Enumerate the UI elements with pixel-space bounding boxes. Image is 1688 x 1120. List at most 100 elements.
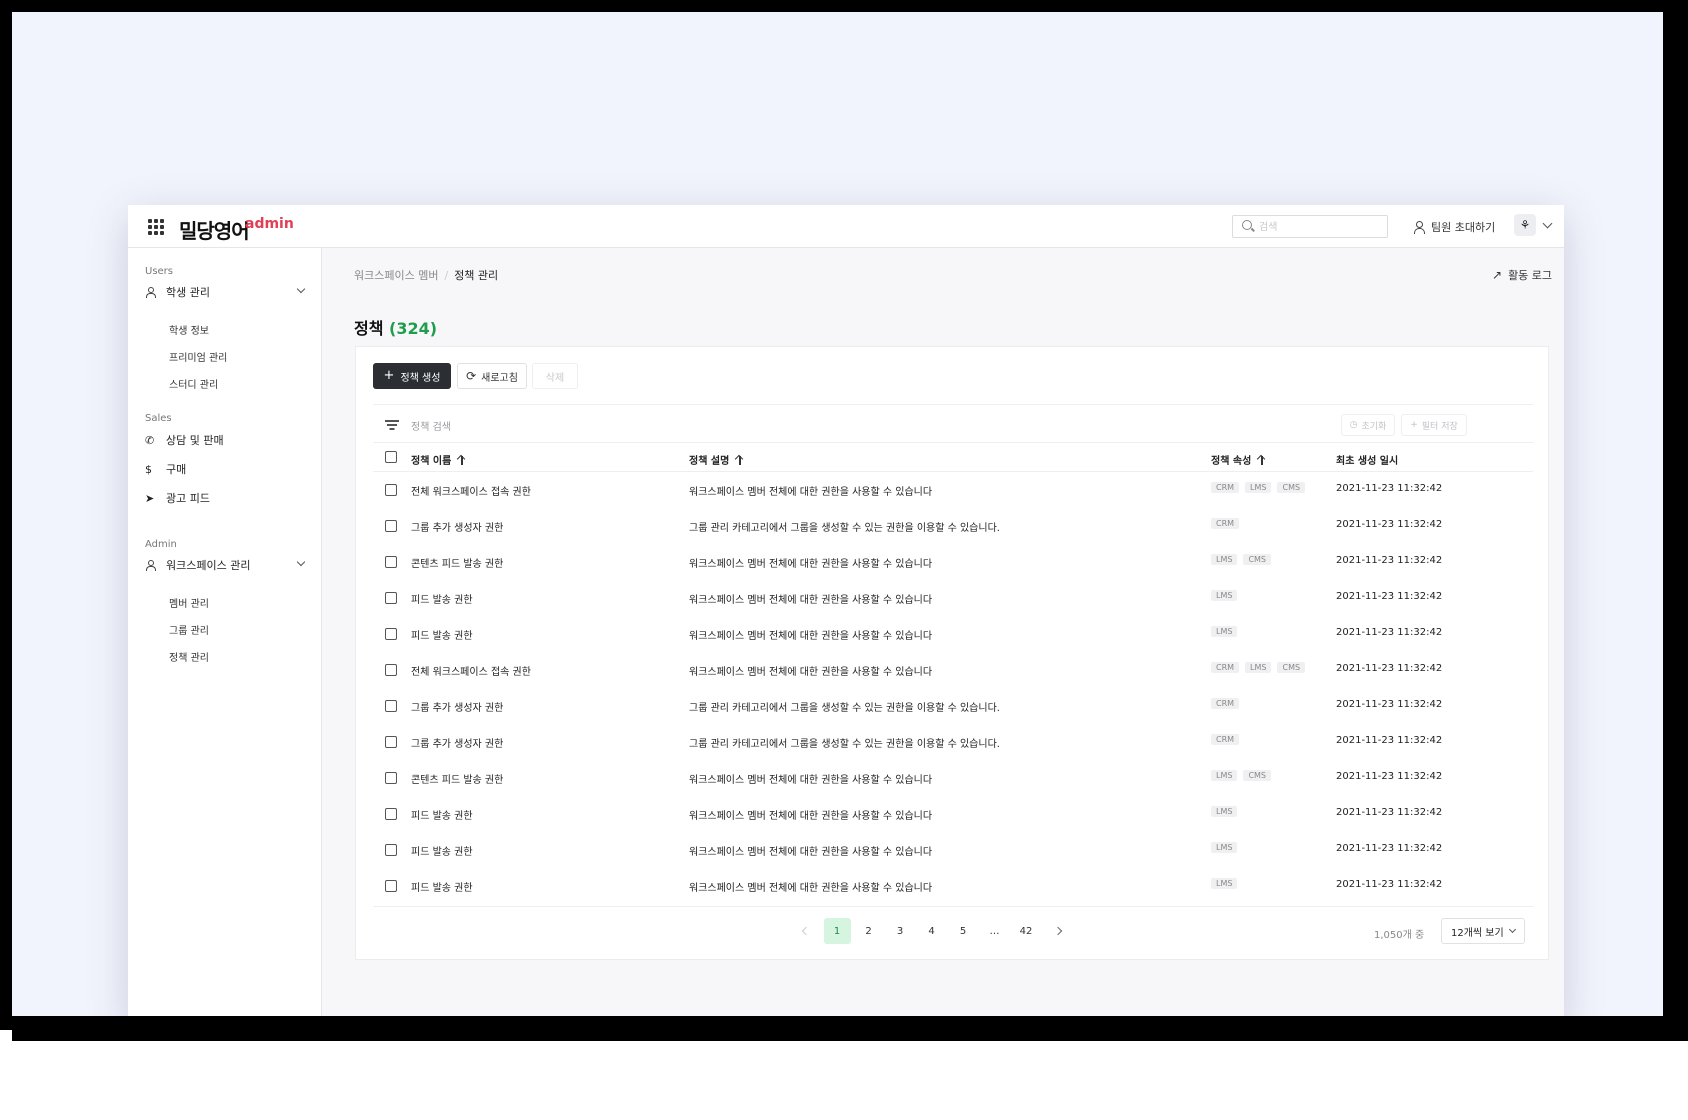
send-icon: ➤ — [145, 491, 155, 505]
table-row[interactable]: 콘텐츠 피드 발송 권한 워크스페이스 멤버 전체에 대한 권한을 사용할 수 있… — [373, 760, 1533, 796]
attribute-tag: LMS — [1211, 878, 1238, 889]
sidebar-item-workspace-management[interactable]: 워크스페이스 관리 — [145, 555, 315, 575]
attribute-tag: LMS — [1211, 626, 1238, 637]
sidebar-subitem-study[interactable]: 스터디 관리 — [169, 376, 218, 391]
table-row[interactable]: 피드 발송 권한 워크스페이스 멤버 전체에 대한 권한을 사용할 수 있습니다 L… — [373, 796, 1533, 832]
attribute-tag: CMS — [1277, 482, 1306, 493]
row-checkbox[interactable] — [385, 556, 397, 568]
sidebar-item-ad-feed[interactable]: ➤ 광고 피드 — [145, 488, 315, 508]
sidebar-item-purchase[interactable]: $ 구매 — [145, 459, 315, 479]
policy-attributes: LMS — [1211, 842, 1243, 853]
row-checkbox[interactable] — [385, 700, 397, 712]
table-row[interactable]: 그룹 추가 생성자 권한 그룹 관리 카테고리에서 그룹을 생성할 수 있는 권한… — [373, 724, 1533, 760]
column-header-label: 정책 이름 — [411, 456, 452, 467]
policy-description: 워크스페이스 멤버 전체에 대한 권한을 사용할 수 있습니다 — [689, 667, 933, 678]
breadcrumb-current: 정책 관리 — [454, 269, 499, 282]
phone-icon: ✆ — [145, 433, 155, 447]
page-button-42[interactable]: 42 — [1013, 918, 1040, 944]
breadcrumb-parent[interactable]: 워크스페이스 멤버 — [354, 267, 438, 283]
table-row[interactable]: 그룹 추가 생성자 권한 그룹 관리 카테고리에서 그룹을 생성할 수 있는 권한… — [373, 508, 1533, 544]
policy-attributes: CRM — [1211, 518, 1245, 529]
per-page-label: 12개씩 보기 — [1451, 927, 1504, 939]
prev-page-button[interactable] — [792, 918, 819, 944]
invite-member-button[interactable]: 팀원 초대하기 — [1413, 218, 1495, 236]
table-row[interactable]: 전체 워크스페이스 접속 권한 워크스페이스 멤버 전체에 대한 권한을 사용할 … — [373, 472, 1533, 508]
page-button-2[interactable]: 2 — [855, 918, 882, 944]
policy-description: 워크스페이스 멤버 전체에 대한 권한을 사용할 수 있습니다 — [689, 847, 933, 858]
policy-search-input[interactable]: 정책 검색 — [411, 418, 451, 433]
created-date: 2021-11-23 11:32:42 — [1336, 771, 1443, 782]
select-all-checkbox[interactable] — [385, 451, 397, 463]
column-header-label: 최초 생성 일시 — [1336, 456, 1399, 467]
table-row[interactable]: 피드 발송 권한 워크스페이스 멤버 전체에 대한 권한을 사용할 수 있습니다 L… — [373, 616, 1533, 652]
row-checkbox[interactable] — [385, 484, 397, 496]
add-person-icon — [1413, 221, 1425, 234]
sidebar-subitem-student-info[interactable]: 학생 정보 — [169, 322, 209, 337]
policy-description: 워크스페이스 멤버 전체에 대한 권한을 사용할 수 있습니다 — [689, 883, 933, 894]
column-header-description[interactable]: 정책 설명 — [689, 452, 744, 467]
attribute-tag: LMS — [1211, 806, 1238, 817]
sidebar-subitem-members[interactable]: 멤버 관리 — [169, 595, 209, 610]
chevron-down-icon[interactable] — [1542, 218, 1553, 229]
per-page-select[interactable]: 12개씩 보기 — [1441, 918, 1525, 944]
row-checkbox[interactable] — [385, 844, 397, 856]
attribute-tag: CRM — [1211, 662, 1240, 673]
page-button-5[interactable]: 5 — [950, 918, 977, 944]
policy-attributes: LMS — [1211, 590, 1243, 601]
activity-log-button[interactable]: ↗ 활동 로그 — [1492, 267, 1552, 283]
filter-icon[interactable] — [385, 420, 399, 430]
row-checkbox[interactable] — [385, 808, 397, 820]
policy-name: 전체 워크스페이스 접속 권한 — [411, 487, 531, 498]
sidebar-subitem-premium[interactable]: 프리미엄 관리 — [169, 349, 227, 364]
table-row[interactable]: 피드 발송 권한 워크스페이스 멤버 전체에 대한 권한을 사용할 수 있습니다 L… — [373, 832, 1533, 868]
logo[interactable]: 밀당영어 — [179, 215, 250, 244]
sidebar-item-consult-sales[interactable]: ✆ 상담 및 판매 — [145, 430, 315, 450]
sidebar-item-label: 워크스페이스 관리 — [166, 559, 251, 572]
table-row[interactable]: 전체 워크스페이스 접속 권한 워크스페이스 멤버 전체에 대한 권한을 사용할 … — [373, 652, 1533, 688]
attribute-tag: CRM — [1211, 734, 1240, 745]
table-row[interactable]: 피드 발송 권한 워크스페이스 멤버 전체에 대한 권한을 사용할 수 있습니다 L… — [373, 868, 1533, 904]
dollar-icon: $ — [145, 462, 152, 476]
search-input[interactable] — [1259, 219, 1379, 235]
attribute-tag: LMS — [1245, 482, 1272, 493]
row-checkbox[interactable] — [385, 664, 397, 676]
delete-button[interactable]: 삭제 — [532, 363, 578, 389]
refresh-button[interactable]: ⟳ 새로고침 — [457, 363, 527, 389]
chevron-left-icon — [801, 926, 810, 936]
page-button-4[interactable]: 4 — [918, 918, 945, 944]
column-header-name[interactable]: 정책 이름 — [411, 452, 466, 467]
sort-asc-icon — [1257, 455, 1266, 465]
policy-description: 그룹 관리 카테고리에서 그룹을 생성할 수 있는 권한을 이용할 수 있습니다… — [689, 739, 1000, 750]
policy-description: 워크스페이스 멤버 전체에 대한 권한을 사용할 수 있습니다 — [689, 559, 933, 570]
attribute-tag: CRM — [1211, 482, 1240, 493]
sidebar-subitem-policies[interactable]: 정책 관리 — [169, 649, 209, 664]
reset-filter-button[interactable]: ◷ 초기화 — [1341, 414, 1395, 436]
page-button-1[interactable]: 1 — [823, 918, 851, 944]
save-filter-button[interactable]: + 필터 저장 — [1401, 414, 1467, 436]
row-checkbox[interactable] — [385, 520, 397, 532]
next-page-button[interactable] — [1044, 918, 1071, 944]
top-bar: 밀당영어 admin 팀원 초대하기 ⚘ — [128, 205, 1564, 248]
sidebar-subitem-groups[interactable]: 그룹 관리 — [169, 622, 209, 637]
sidebar-item-student-management[interactable]: 학생 관리 — [145, 282, 315, 302]
breadcrumb-separator: / — [444, 268, 449, 282]
row-checkbox[interactable] — [385, 772, 397, 784]
row-checkbox[interactable] — [385, 880, 397, 892]
search-box[interactable] — [1232, 215, 1388, 238]
row-checkbox[interactable] — [385, 628, 397, 640]
column-header-created[interactable]: 최초 생성 일시 — [1336, 452, 1398, 467]
column-header-attributes[interactable]: 정책 속성 — [1211, 452, 1266, 467]
row-checkbox[interactable] — [385, 592, 397, 604]
apps-grid-icon[interactable] — [148, 219, 164, 235]
table-row[interactable]: 피드 발송 권한 워크스페이스 멤버 전체에 대한 권한을 사용할 수 있습니다 L… — [373, 580, 1533, 616]
attribute-tag: CMS — [1243, 554, 1272, 565]
row-checkbox[interactable] — [385, 736, 397, 748]
created-date: 2021-11-23 11:32:42 — [1336, 699, 1443, 710]
avatar[interactable]: ⚘ — [1514, 214, 1536, 236]
create-policy-button[interactable]: + 정책 생성 — [373, 363, 451, 389]
page-button-3[interactable]: 3 — [887, 918, 914, 944]
table-row[interactable]: 그룹 추가 생성자 권한 그룹 관리 카테고리에서 그룹을 생성할 수 있는 권한… — [373, 688, 1533, 724]
policy-name: 피드 발송 권한 — [411, 847, 473, 858]
policy-name: 피드 발송 권한 — [411, 631, 473, 642]
table-row[interactable]: 콘텐츠 피드 발송 권한 워크스페이스 멤버 전체에 대한 권한을 사용할 수 있… — [373, 544, 1533, 580]
